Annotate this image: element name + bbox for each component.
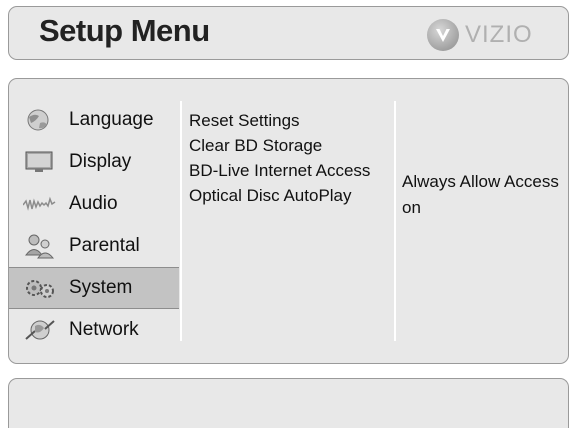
globe-icon [27, 109, 49, 131]
category-menu: Language Display Audio Parental System N… [9, 99, 179, 351]
submenu-item-reset-settings[interactable]: Reset Settings [189, 108, 370, 133]
monitor-icon [25, 151, 53, 172]
main-panel: Language Display Audio Parental System N… [8, 78, 569, 364]
network-globe-icon [25, 320, 55, 340]
menu-item-display[interactable]: Display [9, 141, 179, 183]
menu-item-label: System [69, 277, 133, 298]
parental-users-icon [25, 234, 55, 259]
menu-item-network[interactable]: Network [9, 309, 179, 351]
menu-item-label: Language [69, 109, 154, 130]
submenu-item-clear-bd-storage[interactable]: Clear BD Storage [189, 133, 370, 158]
menu-item-label: Parental [69, 235, 140, 256]
menu-item-label: Network [69, 319, 139, 340]
footer-panel [8, 378, 569, 428]
system-submenu: Reset Settings Clear BD Storage BD-Live … [189, 108, 370, 208]
optical-autoplay-value[interactable]: on [402, 195, 559, 221]
gears-icon [26, 280, 54, 298]
brand-text: VIZIO [465, 21, 533, 48]
header-bar: Setup Menu VIZIO [8, 6, 569, 60]
submenu-item-optical-autoplay[interactable]: Optical Disc AutoPlay [189, 183, 370, 208]
brand: VIZIO [427, 18, 533, 52]
vizio-logo-icon [427, 19, 459, 51]
menu-item-language[interactable]: Language [9, 99, 179, 141]
menu-item-label: Audio [69, 193, 118, 214]
column-divider [180, 101, 182, 341]
menu-item-audio[interactable]: Audio [9, 183, 179, 225]
submenu-item-bd-live-access[interactable]: BD-Live Internet Access [189, 158, 370, 183]
menu-item-system[interactable]: System [9, 267, 179, 309]
column-divider [394, 101, 396, 341]
audio-wave-icon [23, 196, 56, 211]
setting-values: Always Allow Access on [402, 169, 559, 221]
menu-item-label: Display [69, 151, 132, 172]
page-title: Setup Menu [39, 13, 210, 48]
menu-item-parental[interactable]: Parental [9, 225, 179, 267]
bd-live-access-value[interactable]: Always Allow Access [402, 169, 559, 195]
